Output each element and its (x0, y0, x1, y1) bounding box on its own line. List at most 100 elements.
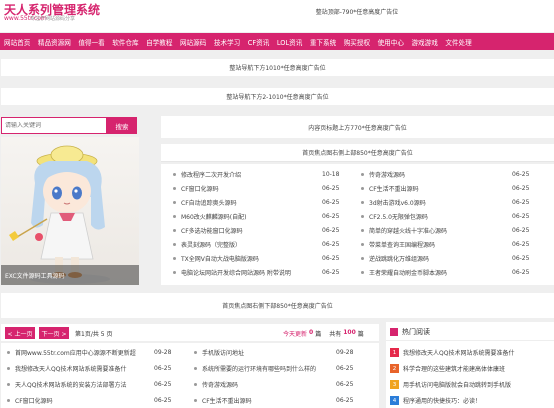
list-item-title[interactable]: M60改火麒麟源码(自配) (181, 212, 247, 221)
list-item-title[interactable]: 首网www.55tr.com应用中心源源不断更新超 (15, 348, 136, 357)
list-item[interactable]: 首网www.55tr.com应用中心源源不断更新超 (7, 348, 136, 357)
main-nav: 网站首页 精品资源网 值得一看 软件仓库 自学教程 网站源码 技术学习 CF资讯… (0, 33, 554, 50)
nav-item[interactable]: 值得一看 (78, 37, 104, 47)
list-item[interactable]: 传奇游戏源码 (361, 170, 405, 179)
nav-item[interactable]: LOL资讯 (277, 37, 303, 47)
update-stats: 今天更新 0 篇 共有 100 篇 (283, 329, 364, 338)
list-item-title[interactable]: CF窗口化源码 (15, 396, 53, 405)
list-item[interactable]: TX全网V自动大战电脑版源码 (173, 254, 259, 263)
nav-item[interactable]: 网站首页 (4, 37, 30, 47)
bullet-icon (173, 201, 176, 204)
nav-item[interactable]: 自学教程 (146, 37, 172, 47)
list-item-title[interactable]: TX全网V自动大战电脑版源码 (181, 254, 259, 263)
hot-reading-header: 热门阅读 (390, 327, 430, 337)
search-button[interactable]: 搜索 (107, 117, 137, 134)
hot-item-title[interactable]: 用手机访问电脑版就会自动跳转到手机版 (403, 380, 511, 389)
list-item-title[interactable]: CF自动追踪奥头源码 (181, 198, 237, 207)
list-item[interactable]: CF生活不重出源码 (194, 396, 252, 405)
prev-page-button[interactable]: < 上一页 (5, 327, 35, 339)
list-item[interactable]: 我想修改天人QQ技术网站系统需要准备什 (7, 364, 126, 373)
list-item-title[interactable]: CF生活不重出源码 (202, 396, 252, 405)
list-item-title[interactable]: 传奇游戏源码 (202, 380, 238, 389)
list-item[interactable]: CF自动追踪奥头源码 (173, 198, 237, 207)
focus-right-ad[interactable]: 首页焦点图右侧上部850*任意高度广告位 (161, 144, 554, 162)
list-item-title[interactable]: 简单的穿越火线十字准心源码 (369, 226, 447, 235)
nav-item[interactable]: CF资讯 (248, 37, 270, 47)
list-item-date: 06-25 (322, 241, 340, 248)
list-item-title[interactable]: 电脑论坛网站开发综合网站源码 附带说明 (181, 268, 291, 277)
list-item-title[interactable]: 系统所需要的运行环境有哪些吗到什么样的 (202, 364, 316, 373)
list-item[interactable]: CF窗口化源码 (173, 184, 219, 193)
list-item-title[interactable]: 表灵刻源码（完整版） (181, 240, 241, 249)
list-item[interactable]: 系统所需要的运行环境有哪些吗到什么样的 (194, 364, 316, 373)
list-item[interactable]: 传奇游戏源码 (194, 380, 238, 389)
article-list-panel: 修改程序二次开发介绍 10-18 CF窗口化源码 06-25 CF自动追踪奥头源… (161, 164, 554, 285)
list-item-date: 06-25 (336, 365, 354, 372)
hot-item-title[interactable]: 我想修改天人QQ技术网站系统需要准备什 (403, 348, 514, 357)
hot-item[interactable]: 3 用手机访问电脑版就会自动跳转到手机版 (390, 380, 511, 389)
list-item-title[interactable]: 天人QQ技术网站系统的安装方法部署方法 (15, 380, 126, 389)
list-item-title[interactable]: CF窗口化源码 (181, 184, 219, 193)
list-item-title[interactable]: 修改程序二次开发介绍 (181, 170, 241, 179)
nav-item[interactable]: 游戏游戏 (411, 37, 437, 47)
focus-image[interactable] (1, 137, 139, 285)
list-item[interactable]: 表灵刻源码（完整版） (173, 240, 241, 249)
bottom-article-list: 首网www.55tr.com应用中心源源不断更新超 09-28 我想修改天人QQ… (1, 343, 379, 408)
list-item-title[interactable]: 我想修改天人QQ技术网站系统需要准备什 (15, 364, 126, 373)
search-input[interactable] (5, 122, 106, 129)
list-item[interactable]: CF多选功能窗口化源码 (173, 226, 243, 235)
nav-item[interactable]: 购买授权 (344, 37, 370, 47)
focus-image-caption[interactable]: EXC文件源码工具源码 (1, 265, 139, 285)
bullet-icon (361, 201, 364, 204)
list-item[interactable]: 天人QQ技术网站系统的安装方法部署方法 (7, 380, 126, 389)
list-item[interactable]: 修改程序二次开发介绍 (173, 170, 241, 179)
list-item[interactable]: 带菜单查询王国编程源码 (361, 240, 435, 249)
next-page-button[interactable]: 下一页 > (39, 327, 69, 339)
list-item-title[interactable]: 手机版访问地址 (202, 348, 244, 357)
list-item-title[interactable]: CF多选功能窗口化源码 (181, 226, 243, 235)
bullet-icon (194, 351, 197, 354)
hot-item[interactable]: 1 我想修改天人QQ技术网站系统需要准备什 (390, 348, 514, 357)
hot-item-title[interactable]: 科学合理的这些建筑才能建高体体康班 (403, 364, 505, 373)
top-ad-slot[interactable]: 整站顶部-790*任意高度广告位 (160, 0, 554, 22)
header: 天人系列管理系统 www.55tr.com 专注于网站源码分享 整站顶部-790… (0, 0, 554, 32)
list-item-title[interactable]: 带菜单查询王国编程源码 (369, 240, 435, 249)
list-item-title[interactable]: CF生活不重出源码 (369, 184, 419, 193)
list-item-title[interactable]: 3d射击游戏v6.0源码 (369, 198, 426, 207)
list-item[interactable]: 3d射击游戏v6.0源码 (361, 198, 426, 207)
nav-item[interactable]: 精品资源网 (38, 37, 71, 47)
rank-badge: 1 (390, 348, 399, 357)
list-item[interactable]: 手机版访问地址 (194, 348, 244, 357)
list-item[interactable]: 王者荣耀自动刷金币脚本源码 (361, 268, 447, 277)
nav-item[interactable]: 使用中心 (378, 37, 404, 47)
list-item-title[interactable]: 传奇游戏源码 (369, 170, 405, 179)
nav-below-ad-1[interactable]: 整站导航下方1010*任意高度广告位 (1, 59, 554, 76)
list-item[interactable]: CF生活不重出源码 (361, 184, 419, 193)
list-item[interactable]: 电脑论坛网站开发综合网站源码 附带说明 (173, 268, 291, 277)
list-item[interactable]: 逆战跳跳化万维组源码 (361, 254, 429, 263)
nav-item[interactable]: 软件仓库 (112, 37, 138, 47)
list-item-title[interactable]: CF2.5.0无限弹包源码 (369, 212, 428, 221)
nav-item[interactable]: 网站源码 (180, 37, 206, 47)
list-item-date: 06-25 (512, 213, 530, 220)
hot-item[interactable]: 4 程序通用的快捷技巧：必读！ (390, 396, 481, 405)
list-item[interactable]: CF窗口化源码 (7, 396, 53, 405)
content-top-ad[interactable]: 内容页标题上方770*任意高度广告位 (161, 116, 554, 138)
list-item[interactable]: 简单的穿越火线十字准心源码 (361, 226, 447, 235)
nav-below-ad-2[interactable]: 整站导航下方2-1010*任意高度广告位 (1, 88, 554, 105)
list-item-date: 06-25 (322, 255, 340, 262)
rank-badge: 2 (390, 364, 399, 373)
page-info: 第1页/共 5 页 (75, 331, 113, 338)
list-item[interactable]: CF2.5.0无限弹包源码 (361, 212, 428, 221)
nav-item[interactable]: 重下系统 (310, 37, 336, 47)
focus-right-below-ad[interactable]: 首页焦点图右侧下部850*任意高度广告位 (1, 293, 554, 318)
hot-item-title[interactable]: 程序通用的快捷技巧：必读！ (403, 396, 481, 405)
nav-item[interactable]: 技术学习 (214, 37, 240, 47)
nav-item[interactable]: 文件处理 (445, 37, 471, 47)
bullet-icon (173, 257, 176, 260)
list-item-title[interactable]: 逆战跳跳化万维组源码 (369, 254, 429, 263)
list-item[interactable]: M60改火麒麟源码(自配) (173, 212, 247, 221)
list-item-title[interactable]: 王者荣耀自动刷金币脚本源码 (369, 268, 447, 277)
bullet-icon (361, 215, 364, 218)
hot-item[interactable]: 2 科学合理的这些建筑才能建高体体康班 (390, 364, 505, 373)
